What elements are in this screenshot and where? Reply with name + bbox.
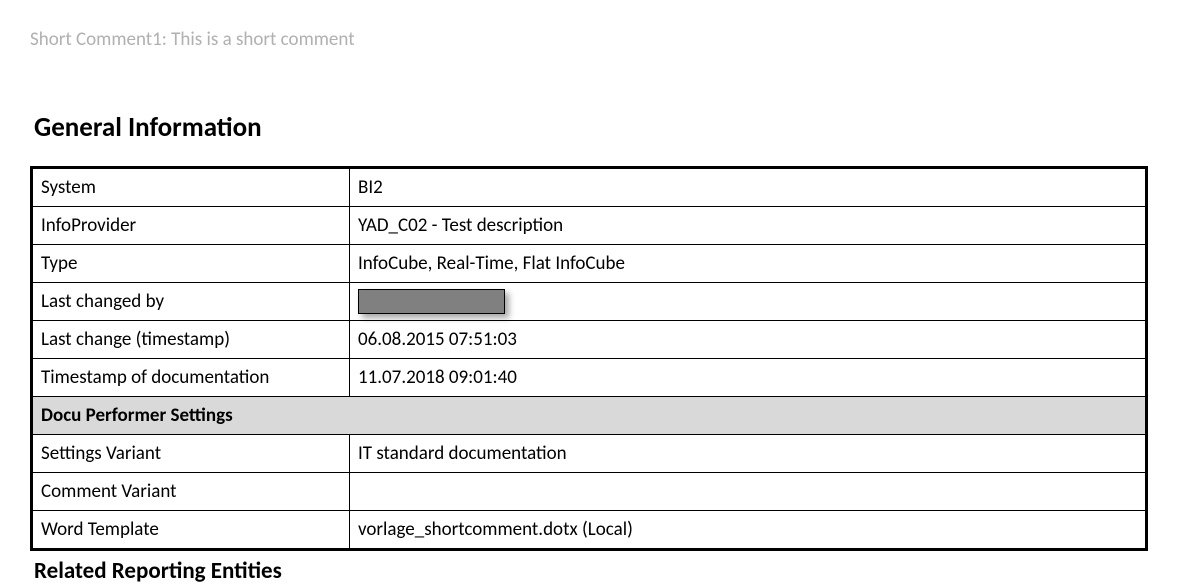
row-value: InfoCube, Real-Time, Flat InfoCube — [350, 245, 1147, 283]
row-label: Timestamp of documentation — [32, 359, 350, 397]
short-comment-text: Short Comment1: This is a short comment — [30, 28, 1152, 51]
row-label: Settings Variant — [32, 435, 350, 473]
row-label: InfoProvider — [32, 207, 350, 245]
table-subheading-row: Docu Performer Settings — [32, 397, 1147, 435]
row-label: Type — [32, 245, 350, 283]
row-value: 06.08.2015 07:51:03 — [350, 321, 1147, 359]
row-value-redacted — [350, 283, 1147, 321]
table-row: Last change (timestamp) 06.08.2015 07:51… — [32, 321, 1147, 359]
table-row: Timestamp of documentation 11.07.2018 09… — [32, 359, 1147, 397]
row-value: YAD_C02 - Test description — [350, 207, 1147, 245]
row-label: Word Template — [32, 511, 350, 550]
related-reporting-entities-heading: Related Reporting Entities — [34, 557, 1152, 585]
table-row: Comment Variant — [32, 473, 1147, 511]
docu-performer-settings-heading: Docu Performer Settings — [32, 397, 1147, 435]
row-label: System — [32, 168, 350, 207]
table-row: InfoProvider YAD_C02 - Test description — [32, 207, 1147, 245]
table-row: Settings Variant IT standard documentati… — [32, 435, 1147, 473]
row-value: 11.07.2018 09:01:40 — [350, 359, 1147, 397]
general-info-table: System BI2 InfoProvider YAD_C02 - Test d… — [30, 166, 1148, 551]
row-label: Last changed by — [32, 283, 350, 321]
row-value: IT standard documentation — [350, 435, 1147, 473]
table-row: Type InfoCube, Real-Time, Flat InfoCube — [32, 245, 1147, 283]
row-label: Comment Variant — [32, 473, 350, 511]
table-row: System BI2 — [32, 168, 1147, 207]
general-information-heading: General Information — [34, 111, 1152, 144]
document-page: Short Comment1: This is a short comment … — [0, 0, 1182, 586]
row-value: vorlage_shortcomment.dotx (Local) — [350, 511, 1147, 550]
table-row: Last changed by — [32, 283, 1147, 321]
redacted-block — [358, 289, 505, 314]
row-value: BI2 — [350, 168, 1147, 207]
table-row: Word Template vorlage_shortcomment.dotx … — [32, 511, 1147, 550]
row-value — [350, 473, 1147, 511]
row-label: Last change (timestamp) — [32, 321, 350, 359]
